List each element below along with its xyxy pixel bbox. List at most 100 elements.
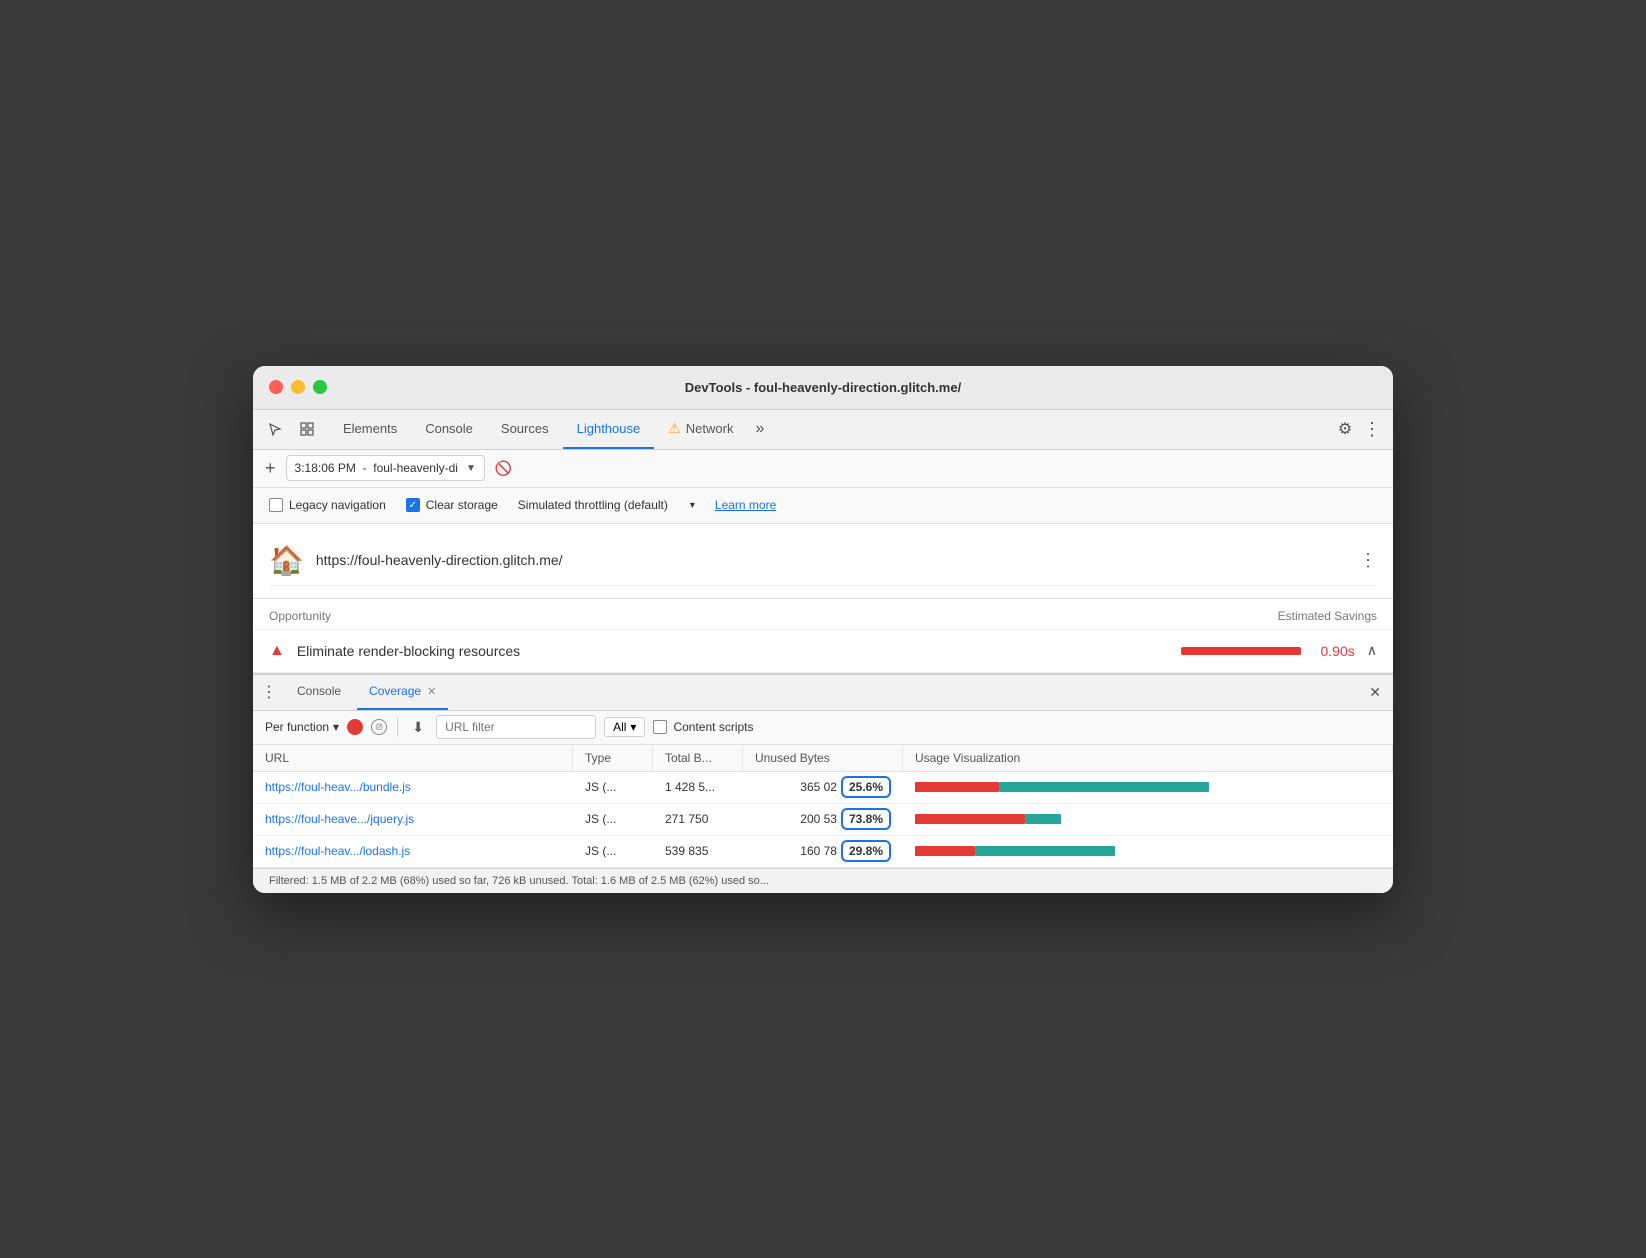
cursor-icon[interactable]: [261, 415, 289, 443]
cell-type-lodash: JS (...: [573, 835, 653, 867]
url-filter-input[interactable]: [436, 715, 596, 739]
tab-sources[interactable]: Sources: [487, 409, 563, 449]
opportunity-col-label: Opportunity: [269, 609, 331, 623]
tab-lighthouse[interactable]: Lighthouse: [563, 409, 655, 449]
inspect-icon[interactable]: [293, 415, 321, 443]
panel-tab-bar: ⋮ Console Coverage ✕ ✕: [253, 675, 1393, 711]
table-row[interactable]: https://foul-heave.../jquery.js JS (... …: [253, 804, 1393, 836]
devtools-tab-bar: Elements Console Sources Lighthouse ⚠ Ne…: [253, 410, 1393, 450]
lighthouse-icon: 🏠: [269, 544, 304, 577]
coverage-toolbar: Per function ▾ ⊘ ⬇ All ▾ Content scripts: [253, 711, 1393, 745]
legacy-nav-checkbox[interactable]: [269, 498, 283, 512]
panel-tab-console[interactable]: Console: [285, 674, 353, 710]
record-button[interactable]: [347, 719, 363, 735]
tab-console[interactable]: Console: [411, 409, 487, 449]
cell-viz-bundle: [903, 771, 1393, 803]
address-dropdown-icon[interactable]: ▼: [466, 463, 476, 474]
nav-icons: [261, 415, 321, 443]
stop-record-button[interactable]: ⊘: [371, 719, 387, 735]
cell-url-bundle[interactable]: https://foul-heav.../bundle.js: [253, 771, 573, 803]
cell-type-jquery: JS (...: [573, 803, 653, 835]
opportunity-title: Eliminate render-blocking resources: [297, 643, 1169, 659]
settings-button[interactable]: ⚙: [1331, 415, 1359, 443]
savings-time: 0.90s: [1321, 643, 1355, 659]
col-header-unused: Unused Bytes: [743, 745, 903, 771]
cell-unused-jquery: 200 53 73.8%: [743, 803, 903, 835]
clear-storage-checkbox[interactable]: [406, 498, 420, 512]
toolbar-separator: [397, 717, 398, 737]
estimated-savings-col-label: Estimated Savings: [1278, 609, 1377, 623]
table-row[interactable]: https://foul-heav.../bundle.js JS (... 1…: [253, 772, 1393, 804]
learn-more-link[interactable]: Learn more: [715, 498, 776, 512]
more-tabs-button[interactable]: »: [747, 420, 772, 438]
content-scripts-group: Content scripts: [653, 720, 753, 734]
lighthouse-menu-button[interactable]: ⋮: [1359, 550, 1377, 571]
throttle-label: Simulated throttling (default): [518, 498, 668, 512]
per-function-button[interactable]: Per function ▾: [265, 720, 339, 734]
legacy-nav-group: Legacy navigation: [269, 498, 386, 512]
viz-bar-red-bundle: [915, 782, 999, 792]
table-header: URL Type Total B... Unused Bytes Usage V…: [253, 745, 1393, 772]
cell-url-lodash[interactable]: https://foul-heav.../lodash.js: [253, 835, 573, 867]
panel-menu-button[interactable]: ⋮: [261, 682, 277, 702]
close-panel-button[interactable]: ✕: [1365, 684, 1385, 701]
tab-network[interactable]: ⚠ Network: [654, 409, 747, 449]
minimize-button[interactable]: [291, 380, 305, 394]
cell-url-jquery[interactable]: https://foul-heave.../jquery.js: [253, 803, 573, 835]
unused-pct-highlight-lodash: 29.8%: [841, 840, 891, 862]
titlebar: DevTools - foul-heavenly-direction.glitc…: [253, 366, 1393, 410]
block-icon[interactable]: 🚫: [495, 460, 512, 477]
col-header-url: URL: [253, 745, 573, 771]
warning-triangle-icon: ▲: [269, 642, 285, 660]
per-function-dropdown-icon: ▾: [333, 720, 339, 734]
col-header-total: Total B...: [653, 745, 743, 771]
cell-viz-lodash: [903, 835, 1393, 867]
cell-total-bundle: 1 428 5...: [653, 771, 743, 803]
coverage-table: URL Type Total B... Unused Bytes Usage V…: [253, 745, 1393, 868]
collapse-button[interactable]: ∧: [1367, 642, 1377, 659]
type-filter-dropdown[interactable]: All ▾: [604, 717, 645, 737]
viz-bar-teal-lodash: [975, 846, 1115, 856]
window-title: DevTools - foul-heavenly-direction.glitc…: [685, 380, 961, 395]
new-tab-button[interactable]: +: [265, 458, 276, 479]
coverage-panel: ⋮ Console Coverage ✕ ✕ Per function ▾ ⊘ …: [253, 673, 1393, 893]
viz-bar-red-lodash: [915, 846, 975, 856]
type-filter-dropdown-icon: ▾: [630, 720, 636, 734]
url-row: 🏠 https://foul-heavenly-direction.glitch…: [269, 536, 1377, 586]
content-scripts-checkbox[interactable]: [653, 720, 667, 734]
table-row[interactable]: https://foul-heav.../lodash.js JS (... 5…: [253, 836, 1393, 868]
clear-storage-label: Clear storage: [426, 498, 498, 512]
clear-storage-group: Clear storage: [406, 498, 498, 512]
devtools-window: DevTools - foul-heavenly-direction.glitc…: [253, 366, 1393, 893]
cell-unused-lodash: 160 78 29.8%: [743, 835, 903, 867]
cell-total-lodash: 539 835: [653, 835, 743, 867]
devtools-menu-button[interactable]: ⋮: [1359, 419, 1385, 440]
opportunity-section: Opportunity Estimated Savings ▲ Eliminat…: [253, 599, 1393, 673]
viz-bar-red-jquery: [915, 814, 1025, 824]
opportunity-row-render-blocking[interactable]: ▲ Eliminate render-blocking resources 0.…: [253, 630, 1393, 673]
opportunity-header: Opportunity Estimated Savings: [253, 599, 1393, 630]
tab-elements[interactable]: Elements: [329, 409, 411, 449]
savings-bar: [1181, 647, 1301, 655]
unused-pct-highlight-bundle: 25.6%: [841, 776, 891, 798]
cell-viz-jquery: [903, 803, 1393, 835]
close-coverage-tab-icon[interactable]: ✕: [427, 685, 436, 698]
panel-tab-coverage[interactable]: Coverage ✕: [357, 674, 448, 710]
address-bar[interactable]: 3:18:06 PM - foul-heavenly-di ▼: [286, 455, 485, 481]
lighthouse-section: 🏠 https://foul-heavenly-direction.glitch…: [253, 524, 1393, 599]
export-button[interactable]: ⬇: [408, 717, 428, 737]
unused-pct-highlight-jquery: 73.8%: [841, 808, 891, 830]
toolbar-row: + 3:18:06 PM - foul-heavenly-di ▼ 🚫: [253, 450, 1393, 488]
viz-bar-teal-jquery: [1025, 814, 1061, 824]
col-header-type: Type: [573, 745, 653, 771]
url-text: https://foul-heavenly-direction.glitch.m…: [316, 552, 1347, 568]
cell-type-bundle: JS (...: [573, 771, 653, 803]
window-controls: [269, 380, 327, 394]
address-time: 3:18:06 PM - foul-heavenly-di: [295, 461, 458, 475]
cell-unused-bundle: 365 02 25.6%: [743, 771, 903, 803]
throttle-dropdown-icon[interactable]: ▾: [690, 500, 695, 511]
legacy-nav-label: Legacy navigation: [289, 498, 386, 512]
maximize-button[interactable]: [313, 380, 327, 394]
warning-icon: ⚠: [668, 420, 681, 437]
close-button[interactable]: [269, 380, 283, 394]
